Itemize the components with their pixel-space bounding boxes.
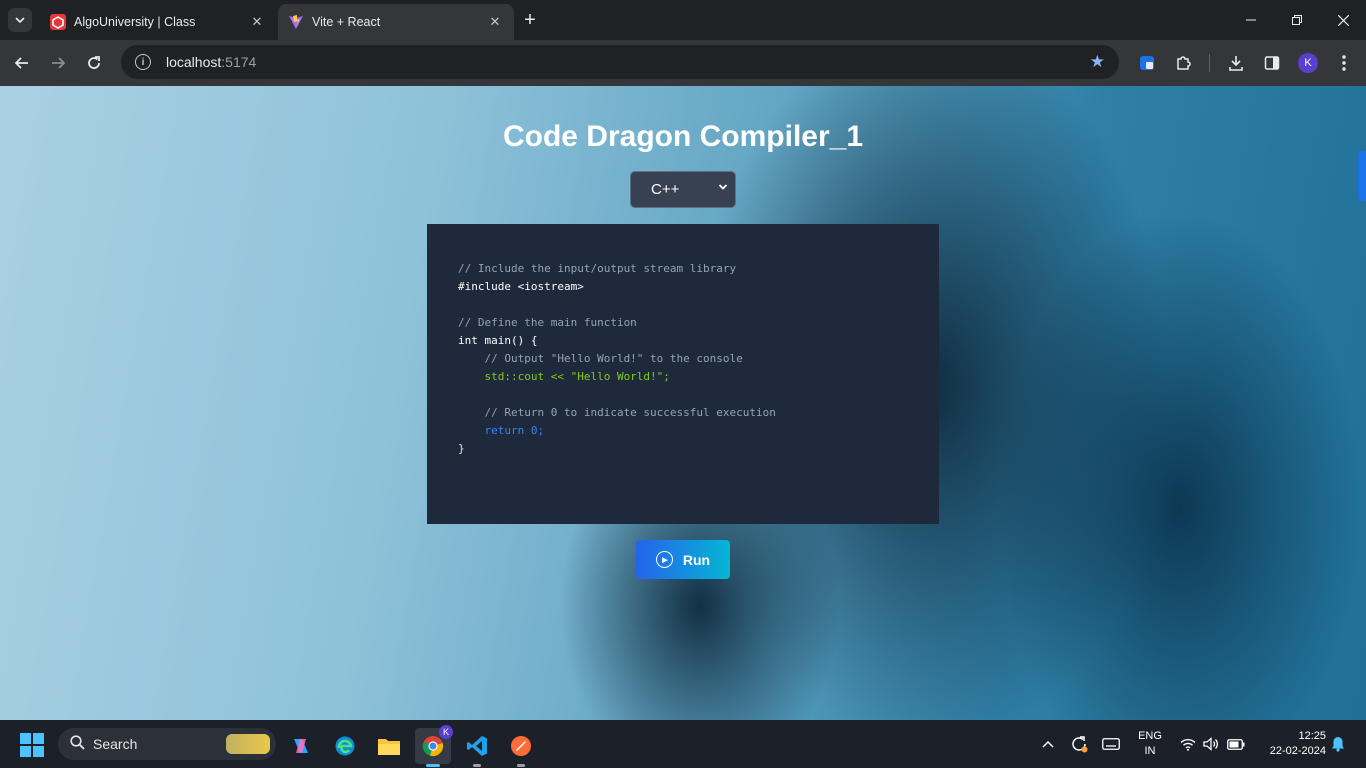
download-icon[interactable] bbox=[1224, 51, 1248, 75]
clock-date: 22-02-2024 bbox=[1269, 745, 1326, 757]
toolbar-divider bbox=[1209, 54, 1210, 72]
vscode-icon[interactable] bbox=[459, 728, 495, 767]
wifi-icon[interactable] bbox=[1177, 733, 1199, 755]
tab-title: Vite + React bbox=[312, 15, 381, 29]
reload-button[interactable] bbox=[80, 49, 108, 77]
edge-icon[interactable] bbox=[327, 728, 363, 764]
active-indicator bbox=[426, 764, 440, 767]
taskbar-search[interactable]: Search bbox=[58, 728, 276, 760]
update-sync-icon[interactable] bbox=[1068, 733, 1090, 755]
windows-start-icon[interactable] bbox=[20, 733, 44, 757]
tab-algouniversity[interactable]: AlgoUniversity | Class ✕ bbox=[40, 4, 276, 40]
language-select[interactable]: C++ bbox=[630, 171, 736, 208]
close-window-button[interactable] bbox=[1320, 0, 1366, 40]
new-tab-button[interactable]: + bbox=[518, 8, 542, 32]
side-panel-icon[interactable] bbox=[1260, 51, 1284, 75]
chrome-menu-icon[interactable] bbox=[1332, 51, 1356, 75]
forward-button[interactable] bbox=[44, 49, 72, 77]
tab-vite-react[interactable]: Vite + React ✕ bbox=[278, 4, 514, 40]
volume-icon[interactable] bbox=[1200, 733, 1222, 755]
arrow-left-icon bbox=[14, 57, 28, 69]
lang-code: ENG bbox=[1138, 730, 1162, 742]
chrome-profile-badge: K bbox=[439, 725, 453, 739]
copilot-icon[interactable] bbox=[283, 728, 319, 764]
chevron-down-icon bbox=[15, 17, 25, 24]
minimize-button[interactable] bbox=[1228, 0, 1274, 40]
run-button[interactable]: ▶ Run bbox=[636, 540, 730, 579]
chrome-icon[interactable]: K bbox=[415, 725, 453, 767]
back-button[interactable] bbox=[8, 49, 36, 77]
vite-icon bbox=[288, 14, 304, 30]
postman-icon[interactable] bbox=[503, 728, 539, 767]
close-icon[interactable]: ✕ bbox=[486, 13, 504, 31]
search-icon bbox=[70, 734, 85, 754]
address-bar[interactable]: i localhost:5174 ★ bbox=[121, 45, 1119, 79]
show-hidden-icons-chevron-icon[interactable] bbox=[1037, 733, 1059, 755]
minimize-icon bbox=[1246, 19, 1256, 21]
url-host: localhost bbox=[166, 54, 222, 70]
keyboard-icon[interactable] bbox=[1100, 733, 1122, 755]
page-title: Code Dragon Compiler_1 bbox=[502, 120, 864, 153]
close-icon bbox=[1337, 14, 1349, 26]
tab-search-button[interactable] bbox=[8, 8, 32, 32]
url-port: :5174 bbox=[221, 54, 257, 70]
code-line: // Define the main function bbox=[458, 316, 637, 329]
code-line: // Include the input/output stream libra… bbox=[458, 262, 737, 275]
run-button-label: Run bbox=[682, 551, 711, 568]
restore-icon bbox=[1292, 15, 1302, 25]
notification-bell-icon[interactable] bbox=[1327, 733, 1349, 755]
code-line: #include <iostream> bbox=[458, 280, 584, 293]
code-line: // Output "Hello World!" to the console bbox=[458, 352, 743, 365]
browser-toolbar: i localhost:5174 ★ bbox=[0, 40, 1366, 86]
code-line: std::cout << "Hello World!"; bbox=[458, 370, 670, 383]
page-viewport: Code Dragon Compiler_1 C++ // Include th… bbox=[0, 86, 1366, 720]
clock-time: 12:25 bbox=[1298, 730, 1326, 742]
code-editor[interactable]: // Include the input/output stream libra… bbox=[427, 224, 939, 524]
extensions-puzzle-icon[interactable] bbox=[1171, 51, 1195, 75]
code-line: } bbox=[458, 442, 465, 455]
battery-icon[interactable] bbox=[1225, 733, 1247, 755]
extension-icon[interactable] bbox=[1135, 51, 1159, 75]
file-explorer-icon[interactable] bbox=[371, 728, 407, 764]
tab-title: AlgoUniversity | Class bbox=[74, 15, 196, 29]
input-language-indicator[interactable]: ENG IN bbox=[1135, 729, 1165, 759]
search-highlight-art bbox=[226, 734, 270, 754]
taskbar: Search K ENG IN 12:25 22-02-2024 bbox=[0, 720, 1366, 768]
code-line: return 0; bbox=[458, 424, 545, 437]
play-icon: ▶ bbox=[655, 551, 673, 568]
site-info-icon[interactable]: i bbox=[135, 54, 151, 70]
bookmark-star-icon[interactable]: ★ bbox=[1090, 52, 1105, 72]
close-icon[interactable]: ✕ bbox=[248, 13, 266, 31]
arrow-right-icon bbox=[52, 57, 66, 69]
reload-icon bbox=[88, 56, 100, 69]
system-clock[interactable]: 12:25 22-02-2024 bbox=[1256, 729, 1326, 759]
profile-avatar[interactable]: K bbox=[1298, 53, 1318, 73]
language-select-value: C++ bbox=[651, 181, 680, 198]
running-indicator bbox=[473, 764, 481, 767]
running-indicator bbox=[517, 764, 525, 767]
lang-region: IN bbox=[1144, 745, 1156, 757]
chevron-down-icon bbox=[718, 184, 728, 190]
code-line: // Return 0 to indicate successful execu… bbox=[458, 406, 776, 419]
code-line: int main() { bbox=[458, 334, 538, 347]
side-widget-tab[interactable] bbox=[1358, 151, 1366, 201]
algouniversity-icon bbox=[50, 14, 66, 30]
restore-button[interactable] bbox=[1274, 0, 1320, 40]
taskbar-search-label: Search bbox=[93, 736, 138, 752]
tab-strip: AlgoUniversity | Class ✕ Vite + React ✕ … bbox=[0, 0, 1366, 40]
